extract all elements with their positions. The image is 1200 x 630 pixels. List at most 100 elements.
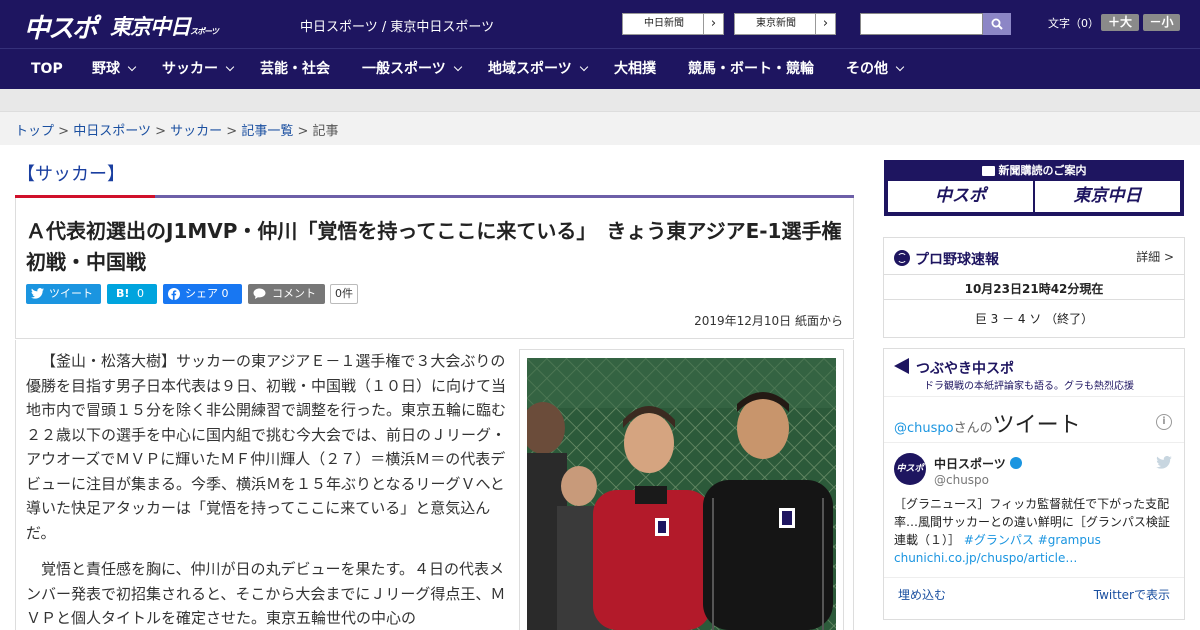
subscription-title: 新聞購読のご案内 bbox=[884, 162, 1184, 178]
main-nav: TOP 野球 サッカー 芸能・社会 一般スポーツ 地域スポーツ 大相撲 競馬・ボ… bbox=[0, 48, 1200, 89]
divider bbox=[884, 274, 1184, 275]
comment-bubble-icon bbox=[253, 288, 266, 299]
chevron-down-icon bbox=[225, 62, 235, 72]
baseball-detail-link[interactable]: 詳細 > bbox=[1136, 248, 1174, 265]
subscribe-chuspo-link[interactable]: 中スポ bbox=[888, 181, 1033, 212]
font-bigger-button[interactable]: ＋大 bbox=[1101, 14, 1139, 31]
subscription-title-text: 新聞購読のご案内 bbox=[998, 164, 1087, 177]
breadcrumb-separator: > bbox=[58, 124, 70, 139]
tokyo-chunichi-logo[interactable]: 東京中日スポーツ bbox=[110, 11, 219, 41]
nav-label: サッカー bbox=[162, 61, 218, 77]
nav-racing[interactable]: 競馬・ボート・競輪 bbox=[688, 49, 814, 89]
breadcrumb-article-list[interactable]: 記事一覧 bbox=[241, 124, 293, 139]
nav-sumo[interactable]: 大相撲 bbox=[614, 49, 656, 89]
account-avatar[interactable]: 中スポ bbox=[894, 453, 926, 485]
timeline-tweets-label: ツイート bbox=[992, 413, 1081, 438]
comment-label: コメント bbox=[272, 287, 316, 300]
hatena-b-icon: B! bbox=[116, 287, 130, 300]
nav-top[interactable]: TOP bbox=[31, 49, 63, 89]
info-icon[interactable]: i bbox=[1156, 414, 1172, 430]
breadcrumb-top[interactable]: トップ bbox=[15, 124, 54, 139]
view-on-twitter-link[interactable]: Twitterで表示 bbox=[1094, 586, 1170, 603]
tweet-button[interactable]: ツイート bbox=[26, 284, 101, 304]
chevron-right-icon: › bbox=[703, 14, 723, 34]
chunichi-shimbun-link[interactable]: 中日新聞 › bbox=[622, 13, 724, 35]
divider bbox=[884, 299, 1184, 300]
article-paragraph: 覚悟と責任感を胸に、仲川が日の丸デビューを果たす。４日の代表メンバー発表で初招集… bbox=[26, 560, 506, 627]
newspaper-icon bbox=[981, 166, 995, 176]
twitter-bird-icon[interactable] bbox=[1156, 456, 1172, 469]
nav-general-sports[interactable]: 一般スポーツ bbox=[362, 49, 462, 89]
nav-soccer[interactable]: サッカー bbox=[162, 49, 235, 89]
facebook-icon bbox=[168, 288, 180, 300]
account-name-text: 中日スポーツ bbox=[934, 457, 1006, 471]
breadcrumb-separator: > bbox=[297, 124, 309, 139]
comment-button[interactable]: コメント bbox=[248, 284, 325, 304]
article-photo[interactable] bbox=[527, 358, 836, 630]
chevron-down-icon bbox=[895, 62, 905, 72]
account-handle[interactable]: @chuspo bbox=[934, 473, 989, 487]
comment-count: 0件 bbox=[330, 284, 358, 304]
baseball-score[interactable]: 巨 3 － 4 ソ （終了） bbox=[884, 310, 1184, 327]
account-name[interactable]: 中日スポーツ bbox=[934, 455, 1022, 472]
embed-link[interactable]: 埋め込む bbox=[898, 586, 946, 603]
hatena-bookmark-button[interactable]: B! 0 bbox=[107, 284, 157, 304]
site-header: 中スポ 東京中日スポーツ 中日スポーツ / 東京中日スポーツ 中日新聞 › 東京… bbox=[0, 0, 1200, 48]
nav-label: 競馬・ボート・競輪 bbox=[688, 61, 814, 77]
breadcrumb-soccer[interactable]: サッカー bbox=[170, 124, 222, 139]
search-icon bbox=[991, 18, 1003, 30]
divider bbox=[884, 396, 1184, 397]
article-dateline: 2019年12月10日 紙面から bbox=[694, 314, 843, 328]
font-smaller-button[interactable]: －小 bbox=[1143, 14, 1180, 31]
breadcrumb: トップ > 中日スポーツ > サッカー > 記事一覧 > 記事 bbox=[15, 120, 339, 139]
divider bbox=[884, 442, 1184, 443]
megaphone-icon bbox=[894, 358, 909, 374]
tokyo-logo-text: 東京中日 bbox=[110, 15, 191, 39]
tweet-url[interactable]: chunichi.co.jp/chuspo/article… bbox=[894, 551, 1077, 565]
nav-label: TOP bbox=[31, 61, 63, 77]
facebook-share-button[interactable]: シェア 0 bbox=[163, 284, 242, 304]
nav-label: 芸能・社会 bbox=[260, 61, 330, 77]
subscription-banner[interactable]: 新聞購読のご案内 中スポ 東京中日 bbox=[884, 160, 1184, 216]
nav-label: その他 bbox=[846, 61, 888, 77]
facebook-share-label: シェア 0 bbox=[185, 287, 229, 300]
tweet-label: ツイート bbox=[49, 287, 93, 300]
baseball-icon-seam bbox=[897, 253, 907, 263]
twitter-panel-subtitle: ドラ観戦の本紙評論家も語る。グラも熱烈応援 bbox=[924, 381, 1134, 392]
nav-baseball[interactable]: 野球 bbox=[92, 49, 137, 89]
nav-other[interactable]: その他 bbox=[846, 49, 905, 89]
search-button[interactable] bbox=[983, 13, 1011, 35]
article-category: 【サッカー】 bbox=[17, 164, 125, 185]
chevron-right-icon: › bbox=[815, 14, 835, 34]
search-input[interactable] bbox=[860, 13, 983, 35]
nav-entertainment[interactable]: 芸能・社会 bbox=[260, 49, 330, 89]
article-paragraph: 【釜山・松落大樹】サッカーの東アジアＥ－１選手権で３大会ぶりの優勝を目指す男子日… bbox=[26, 352, 507, 542]
tweet-hashtags[interactable]: #グランパス #grampus bbox=[964, 533, 1101, 547]
breadcrumb-separator: > bbox=[226, 124, 238, 139]
timeline-handle-suffix: さんの bbox=[953, 421, 993, 436]
ext-link-label: 東京新聞 bbox=[756, 18, 796, 29]
subscribe-tokyo-link[interactable]: 東京中日 bbox=[1035, 181, 1180, 212]
nav-regional-sports[interactable]: 地域スポーツ bbox=[488, 49, 588, 89]
chevron-down-icon bbox=[127, 62, 137, 72]
site-links[interactable]: 中日スポーツ / 東京中日スポーツ bbox=[300, 16, 494, 35]
nav-label: 一般スポーツ bbox=[362, 61, 446, 77]
tokyo-logo-sub: スポーツ bbox=[190, 27, 219, 36]
font-size-label: 文字（0） bbox=[1048, 17, 1099, 30]
baseball-updated-time: 10月23日21時42分現在 bbox=[964, 282, 1104, 296]
ext-link-label: 中日新聞 bbox=[644, 18, 684, 29]
tokyo-shimbun-link[interactable]: 東京新聞 › bbox=[734, 13, 836, 35]
timeline-header: @chuspoさんのツイート bbox=[894, 407, 1081, 439]
players-photo-illustration bbox=[527, 358, 836, 630]
chuspo-logo[interactable]: 中スポ bbox=[24, 8, 98, 45]
breadcrumb-separator: > bbox=[155, 124, 166, 139]
twitter-bird-icon bbox=[31, 288, 44, 299]
breadcrumb-chunichi-sports[interactable]: 中日スポーツ bbox=[73, 124, 151, 139]
article-headline: Ａ代表初選出のJ1MVP・仲川「覚悟を持ってここに来ている」 きょう東アジアE-… bbox=[26, 219, 842, 274]
timeline-handle-link[interactable]: @chuspo bbox=[894, 421, 954, 436]
chevron-down-icon bbox=[579, 62, 588, 72]
nav-label: 野球 bbox=[92, 61, 120, 77]
tweet-text: ［グラニュース］フィッカ監督就任で下がった支配率…風間サッカーとの違い鮮明に［グ… bbox=[894, 495, 1178, 567]
twitter-panel-title: つぶやき中スポ bbox=[916, 361, 1014, 377]
verified-badge-icon bbox=[1009, 457, 1022, 469]
